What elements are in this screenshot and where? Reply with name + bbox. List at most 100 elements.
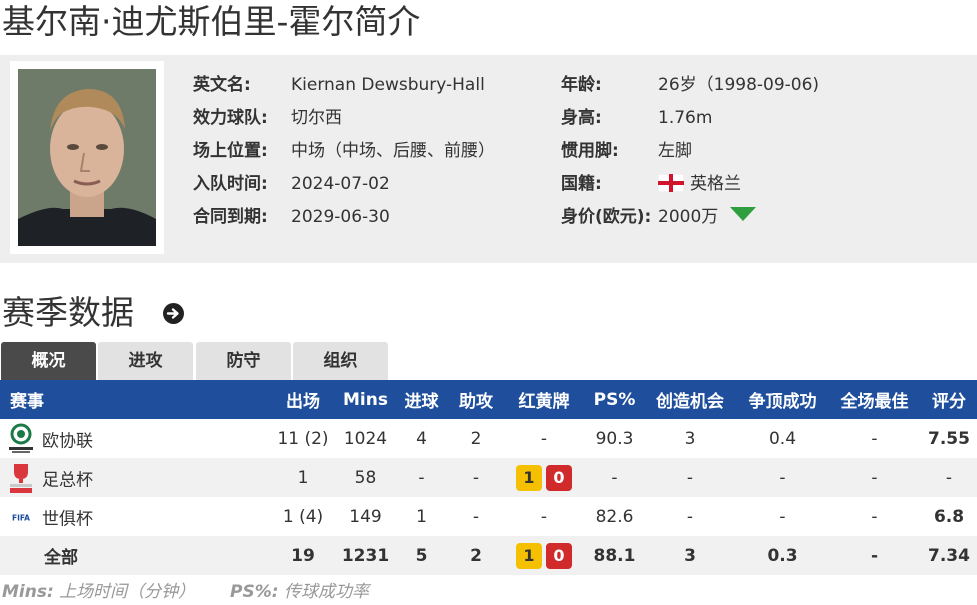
table-row: 欧协联 11 (2) 1024 4 2 - 90.3 3 0.4 - 7.55 [0, 419, 977, 458]
player-photo [18, 69, 156, 246]
total-label-cell: 全部 [0, 536, 268, 575]
goals-cell: - [393, 458, 450, 497]
apps-cell: 1 [268, 458, 338, 497]
goals-cell: 4 [416, 428, 427, 449]
english-name-value: Kiernan Dewsbury-Hall [291, 75, 485, 95]
aerials-cell: - [737, 458, 828, 497]
position-label: 场上位置: [193, 141, 268, 161]
table-row: FIFA 世俱杯 1 (4) 149 1 - - 82.6 - - - 6.8 [0, 497, 977, 536]
assists-cell: 2 [470, 428, 482, 449]
chances-cell: 3 [643, 536, 737, 575]
footnote-ps-key: PS%: [230, 582, 279, 602]
season-stats-table: 赛事 出场 Mins 进球 助攻 红黄牌 PS% 创造机会 争顶成功 全场最佳 … [0, 380, 977, 575]
col-competition: 赛事 [0, 380, 268, 419]
col-goals: 进球 [393, 380, 450, 419]
value-down-triangle-icon [730, 207, 757, 221]
table-total-row: 全部 19 1231 5 2 10 88.1 3 0.3 - 7.34 [0, 536, 977, 575]
tab-overview[interactable]: 概况 [1, 342, 96, 380]
join-date-label: 入队时间: [193, 174, 268, 194]
tab-organization[interactable]: 组织 [293, 342, 388, 380]
mins-cell: 149 [349, 506, 382, 527]
col-assists: 助攻 [450, 380, 502, 419]
position-value: 中场（中场、后腰、前腰） [291, 141, 495, 161]
nationality-value: 英格兰 [658, 172, 741, 196]
goals-cell: 1 [416, 506, 427, 527]
nationality-text: 英格兰 [690, 174, 741, 194]
motm-cell: - [871, 428, 878, 449]
circle-arrow-right-icon[interactable] [163, 303, 184, 324]
motm-cell: - [828, 458, 921, 497]
chances-cell: - [643, 458, 737, 497]
rating-cell: 6.8 [933, 506, 965, 527]
rating-cell: 7.34 [921, 536, 977, 575]
col-minutes: Mins [338, 380, 393, 419]
competition-cell[interactable]: 欧协联 [0, 419, 268, 458]
competition-cell[interactable]: 足总杯 [0, 458, 268, 497]
aerials-cell: 0.3 [737, 536, 828, 575]
col-cards: 红黄牌 [502, 380, 586, 419]
player-profile-panel: 英文名: Kiernan Dewsbury-Hall 效力球队: 切尔西 场上位… [0, 55, 977, 263]
chances-cell: - [686, 506, 694, 527]
yellow-card-badge: 1 [516, 542, 542, 569]
tab-defense[interactable]: 防守 [196, 342, 291, 380]
age-value: 26岁（1998-09-06) [658, 75, 820, 95]
cards-cell: - [540, 428, 548, 449]
ps-cell: 82.6 [595, 506, 634, 527]
uefa-conference-league-logo-icon [9, 423, 33, 453]
footnote-mins-key: Mins: [2, 582, 54, 602]
goals-cell: 5 [393, 536, 450, 575]
footnote-mins-text: 上场时间（分钟） [59, 582, 196, 602]
market-value-value: 2000万 [658, 205, 757, 229]
assists-cell: 2 [450, 536, 502, 575]
assists-cell: - [472, 506, 480, 527]
apps-cell: 1 (4) [282, 506, 324, 527]
preferred-foot-label: 惯用脚: [561, 141, 619, 161]
contract-end-value: 2029-06-30 [291, 207, 390, 227]
footnote-mins: Mins: 上场时间（分钟） [2, 580, 195, 604]
england-flag-icon [658, 174, 684, 192]
rating-cell: - [921, 458, 977, 497]
footnote-ps-text: 传球成功率 [283, 582, 369, 602]
cards-cell: - [540, 506, 548, 527]
red-card-badge: 0 [546, 464, 572, 491]
player-photo-frame [10, 61, 164, 254]
team-value[interactable]: 切尔西 [291, 106, 342, 130]
ps-cell: 88.1 [586, 536, 643, 575]
mins-cell: 58 [338, 458, 393, 497]
aerials-cell: - [779, 506, 786, 527]
red-card-badge: 0 [546, 542, 572, 569]
apps-cell: 19 [268, 536, 338, 575]
ps-cell: - [586, 458, 643, 497]
col-rating: 评分 [921, 380, 977, 419]
chances-cell: 3 [684, 428, 696, 449]
market-value-label: 身价(欧元): [561, 207, 652, 227]
competition-cell[interactable]: FIFA 世俱杯 [0, 497, 268, 536]
season-stats-title: 赛季数据 [2, 293, 134, 332]
motm-cell: - [828, 536, 921, 575]
height-label: 身高: [561, 108, 602, 128]
motm-cell: - [871, 506, 878, 527]
player-portrait-image [18, 69, 156, 246]
yellow-card-badge: 1 [516, 464, 542, 491]
rating-cell: 7.55 [928, 428, 970, 449]
svg-text:FIFA: FIFA [12, 513, 30, 522]
assists-cell: - [450, 458, 502, 497]
footnote-ps: PS%: 传球成功率 [230, 580, 369, 604]
contract-end-label: 合同到期: [193, 207, 268, 227]
tab-attack[interactable]: 进攻 [98, 342, 193, 380]
team-label: 效力球队: [193, 108, 268, 128]
mins-cell: 1231 [338, 536, 393, 575]
age-label: 年龄: [561, 75, 602, 95]
col-man-of-match: 全场最佳 [828, 380, 921, 419]
join-date-value: 2024-07-02 [291, 174, 390, 194]
col-pass-success: PS% [586, 380, 643, 419]
market-value-text: 2000万 [658, 207, 719, 227]
page-title: 基尔南·迪尤斯伯里-霍尔简介 [2, 2, 421, 41]
apps-cell: 11 (2) [277, 428, 329, 449]
aerials-cell: 0.4 [768, 428, 797, 449]
col-appearances: 出场 [268, 380, 338, 419]
ps-cell: 90.3 [595, 428, 634, 449]
col-chances-created: 创造机会 [643, 380, 737, 419]
col-aerials-won: 争顶成功 [737, 380, 828, 419]
table-row: 足总杯 1 58 - - 10 - - - - - [0, 458, 977, 497]
